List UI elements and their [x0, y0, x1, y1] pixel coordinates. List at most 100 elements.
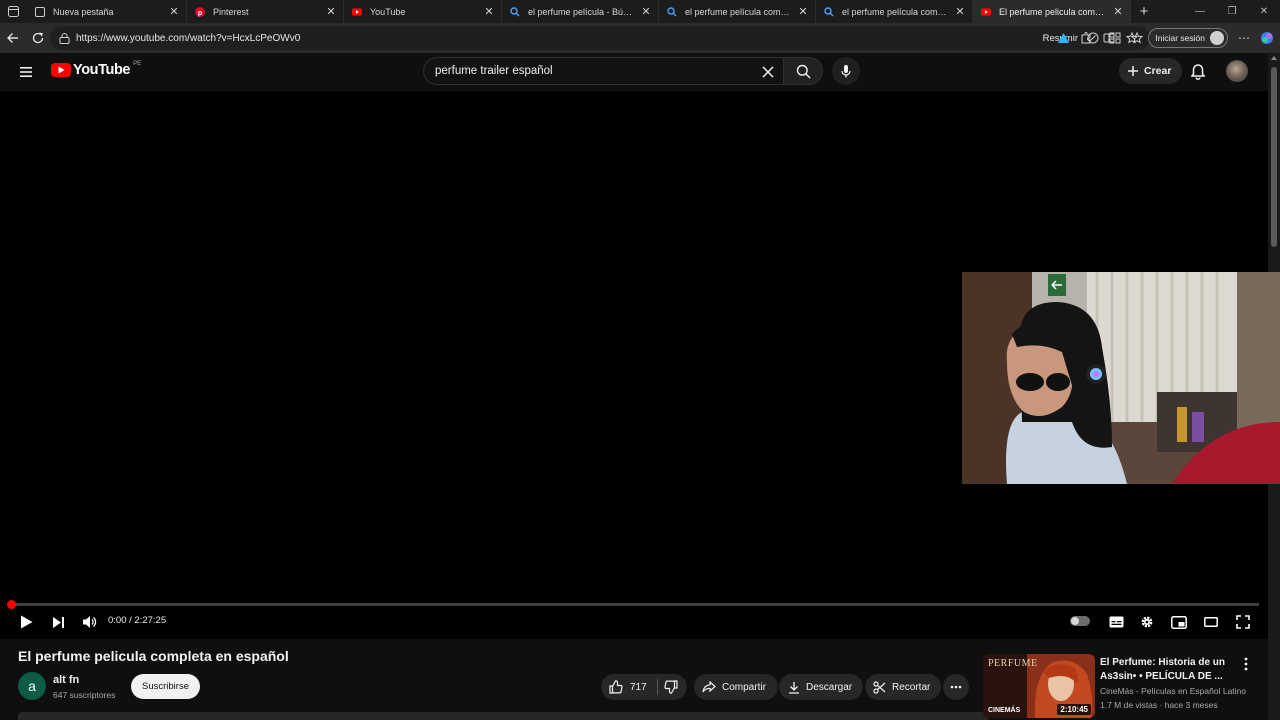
reload-button[interactable]	[26, 26, 50, 50]
download-icon	[788, 681, 800, 694]
gear-icon	[1141, 616, 1153, 628]
more-vertical-icon[interactable]	[1238, 656, 1254, 672]
copilot-icon[interactable]	[1260, 31, 1274, 45]
close-tab-icon[interactable]: ✕	[325, 5, 337, 18]
create-button[interactable]: Crear	[1119, 58, 1183, 84]
like-divider	[656, 679, 658, 695]
webcam-overlay	[962, 272, 1280, 484]
youtube-play-logo-icon	[51, 63, 71, 77]
dislike-button[interactable]	[664, 680, 678, 694]
browser-tab[interactable]: p Pinterest ✕	[187, 0, 344, 23]
browser-tab-active[interactable]: El perfume pelicula completa en ✕	[973, 0, 1131, 23]
browser-tab[interactable]: YouTube ✕	[344, 0, 502, 23]
close-tab-icon[interactable]: ✕	[168, 5, 180, 18]
channel-avatar[interactable]: a	[18, 672, 46, 700]
tab-title: Nueva pestaña	[53, 6, 114, 17]
reload-icon	[32, 32, 44, 44]
search-query-text[interactable]: perfume trailer español	[435, 65, 553, 77]
time-display: 0:00 / 2:27:25	[108, 615, 167, 626]
browser-tab-strip: Nueva pestaña ✕ p Pinterest ✕ YouTube ✕ …	[0, 0, 1280, 23]
youtube-logo[interactable]: YouTube PE	[51, 61, 141, 78]
share-label: Compartir	[722, 681, 766, 693]
close-tab-icon[interactable]: ✕	[1112, 5, 1124, 18]
close-tab-icon[interactable]: ✕	[483, 5, 495, 18]
share-button[interactable]: Compartir	[694, 674, 778, 700]
close-window-icon[interactable]: ✕	[1248, 6, 1280, 17]
tab-title: el perfume película - Búsqueda	[528, 6, 636, 17]
clip-label: Recortar	[892, 681, 931, 693]
play-button[interactable]	[14, 610, 38, 634]
address-bar[interactable]: https://www.youtube.com/watch?v=HcxLcPeO…	[50, 26, 1150, 50]
subtitles-button[interactable]	[1104, 610, 1128, 634]
minimize-icon[interactable]: —	[1184, 6, 1216, 17]
play-icon	[20, 615, 32, 629]
search-icon	[667, 6, 677, 17]
theater-mode-button[interactable]	[1199, 610, 1223, 634]
restore-icon[interactable]: ❐	[1216, 6, 1248, 17]
sign-in-label: Iniciar sesión	[1155, 33, 1205, 43]
voice-search-button[interactable]	[832, 57, 860, 85]
recommendation-channel[interactable]: CineMás - Películas en Español Latino	[1100, 686, 1246, 696]
new-tab-button[interactable]: +	[1131, 3, 1157, 20]
favorites-icon[interactable]	[1125, 31, 1139, 45]
browser-tab[interactable]: el perfume película completa - B ✕	[816, 0, 973, 23]
browser-toolbar: https://www.youtube.com/watch?v=HcxLcPeO…	[0, 23, 1280, 53]
miniplayer-button[interactable]	[1167, 610, 1191, 634]
account-avatar[interactable]	[1226, 60, 1248, 82]
scroll-up-arrow-icon[interactable]	[1271, 56, 1277, 60]
clear-search-icon[interactable]	[758, 62, 778, 82]
scrubber-handle[interactable]	[6, 600, 16, 609]
close-tab-icon[interactable]: ✕	[954, 5, 966, 18]
search-button[interactable]	[783, 57, 823, 85]
description-box-edge[interactable]	[18, 712, 988, 720]
recommendation-title[interactable]: El Perfume: Historia de un As3sin• • PEL…	[1100, 656, 1235, 683]
search-input[interactable]: perfume trailer español	[423, 57, 783, 85]
mute-button[interactable]	[77, 610, 101, 634]
share-arrow-icon	[702, 681, 716, 693]
channel-name[interactable]: alt fn	[53, 674, 79, 686]
subscribe-button[interactable]: Suscribirse	[131, 674, 200, 699]
more-options-icon[interactable]: ⋯	[1237, 31, 1251, 45]
more-horizontal-icon	[950, 685, 962, 689]
youtube-icon	[352, 7, 362, 17]
like-button[interactable]	[609, 680, 623, 694]
youtube-wordmark: YouTube	[73, 62, 131, 78]
menu-icon[interactable]	[16, 62, 36, 82]
sign-in-button[interactable]: Iniciar sesión	[1148, 28, 1228, 48]
clip-button[interactable]: Recortar	[865, 674, 942, 700]
search-icon	[796, 64, 810, 78]
download-button[interactable]: Descargar	[779, 674, 864, 700]
fullscreen-button[interactable]	[1231, 610, 1255, 634]
split-screen-icon[interactable]	[1102, 31, 1116, 45]
settings-button[interactable]	[1135, 610, 1159, 634]
autoplay-toggle[interactable]	[1070, 616, 1090, 626]
thumbs-up-icon	[609, 680, 623, 694]
more-actions-button[interactable]	[943, 674, 969, 700]
autoplay-toggle-knob	[1071, 617, 1079, 625]
browser-tab[interactable]: el perfume película - Búsqueda ✕	[502, 0, 659, 23]
volume-icon	[82, 616, 96, 628]
channel-avatar-initial: a	[28, 678, 36, 694]
tab-title: El perfume pelicula completa en	[999, 6, 1108, 17]
extension-icon[interactable]	[1056, 31, 1070, 45]
recommendation-meta: 1.7 M de vistas · hace 3 meses	[1100, 700, 1218, 710]
download-label: Descargar	[806, 681, 853, 693]
browser-tab[interactable]: el perfume película completa - B ✕	[659, 0, 816, 23]
like-dislike-group: 717	[601, 674, 687, 700]
toolbar-actions: Iniciar sesión ⋯	[1056, 26, 1274, 50]
recommendation-thumbnail[interactable]: PERFUME CINEMÁS 2:10:45	[983, 654, 1095, 718]
close-tab-icon[interactable]: ✕	[797, 5, 809, 18]
thumbs-down-icon	[664, 680, 678, 694]
tab-title: el perfume película completa - B	[685, 6, 793, 17]
back-button[interactable]	[1, 26, 25, 50]
scrollbar-thumb[interactable]	[1271, 67, 1277, 247]
tab-actions-menu-icon[interactable]	[0, 0, 27, 23]
notifications-bell-icon[interactable]	[1188, 62, 1208, 82]
url-text[interactable]: https://www.youtube.com/watch?v=HcxLcPeO…	[76, 33, 300, 44]
close-tab-icon[interactable]: ✕	[640, 5, 652, 18]
extensions-puzzle-icon[interactable]	[1079, 31, 1093, 45]
progress-bar[interactable]	[6, 600, 1259, 609]
next-button[interactable]	[46, 610, 70, 634]
site-info-icon[interactable]	[56, 32, 72, 44]
browser-tab[interactable]: Nueva pestaña ✕	[27, 0, 187, 23]
